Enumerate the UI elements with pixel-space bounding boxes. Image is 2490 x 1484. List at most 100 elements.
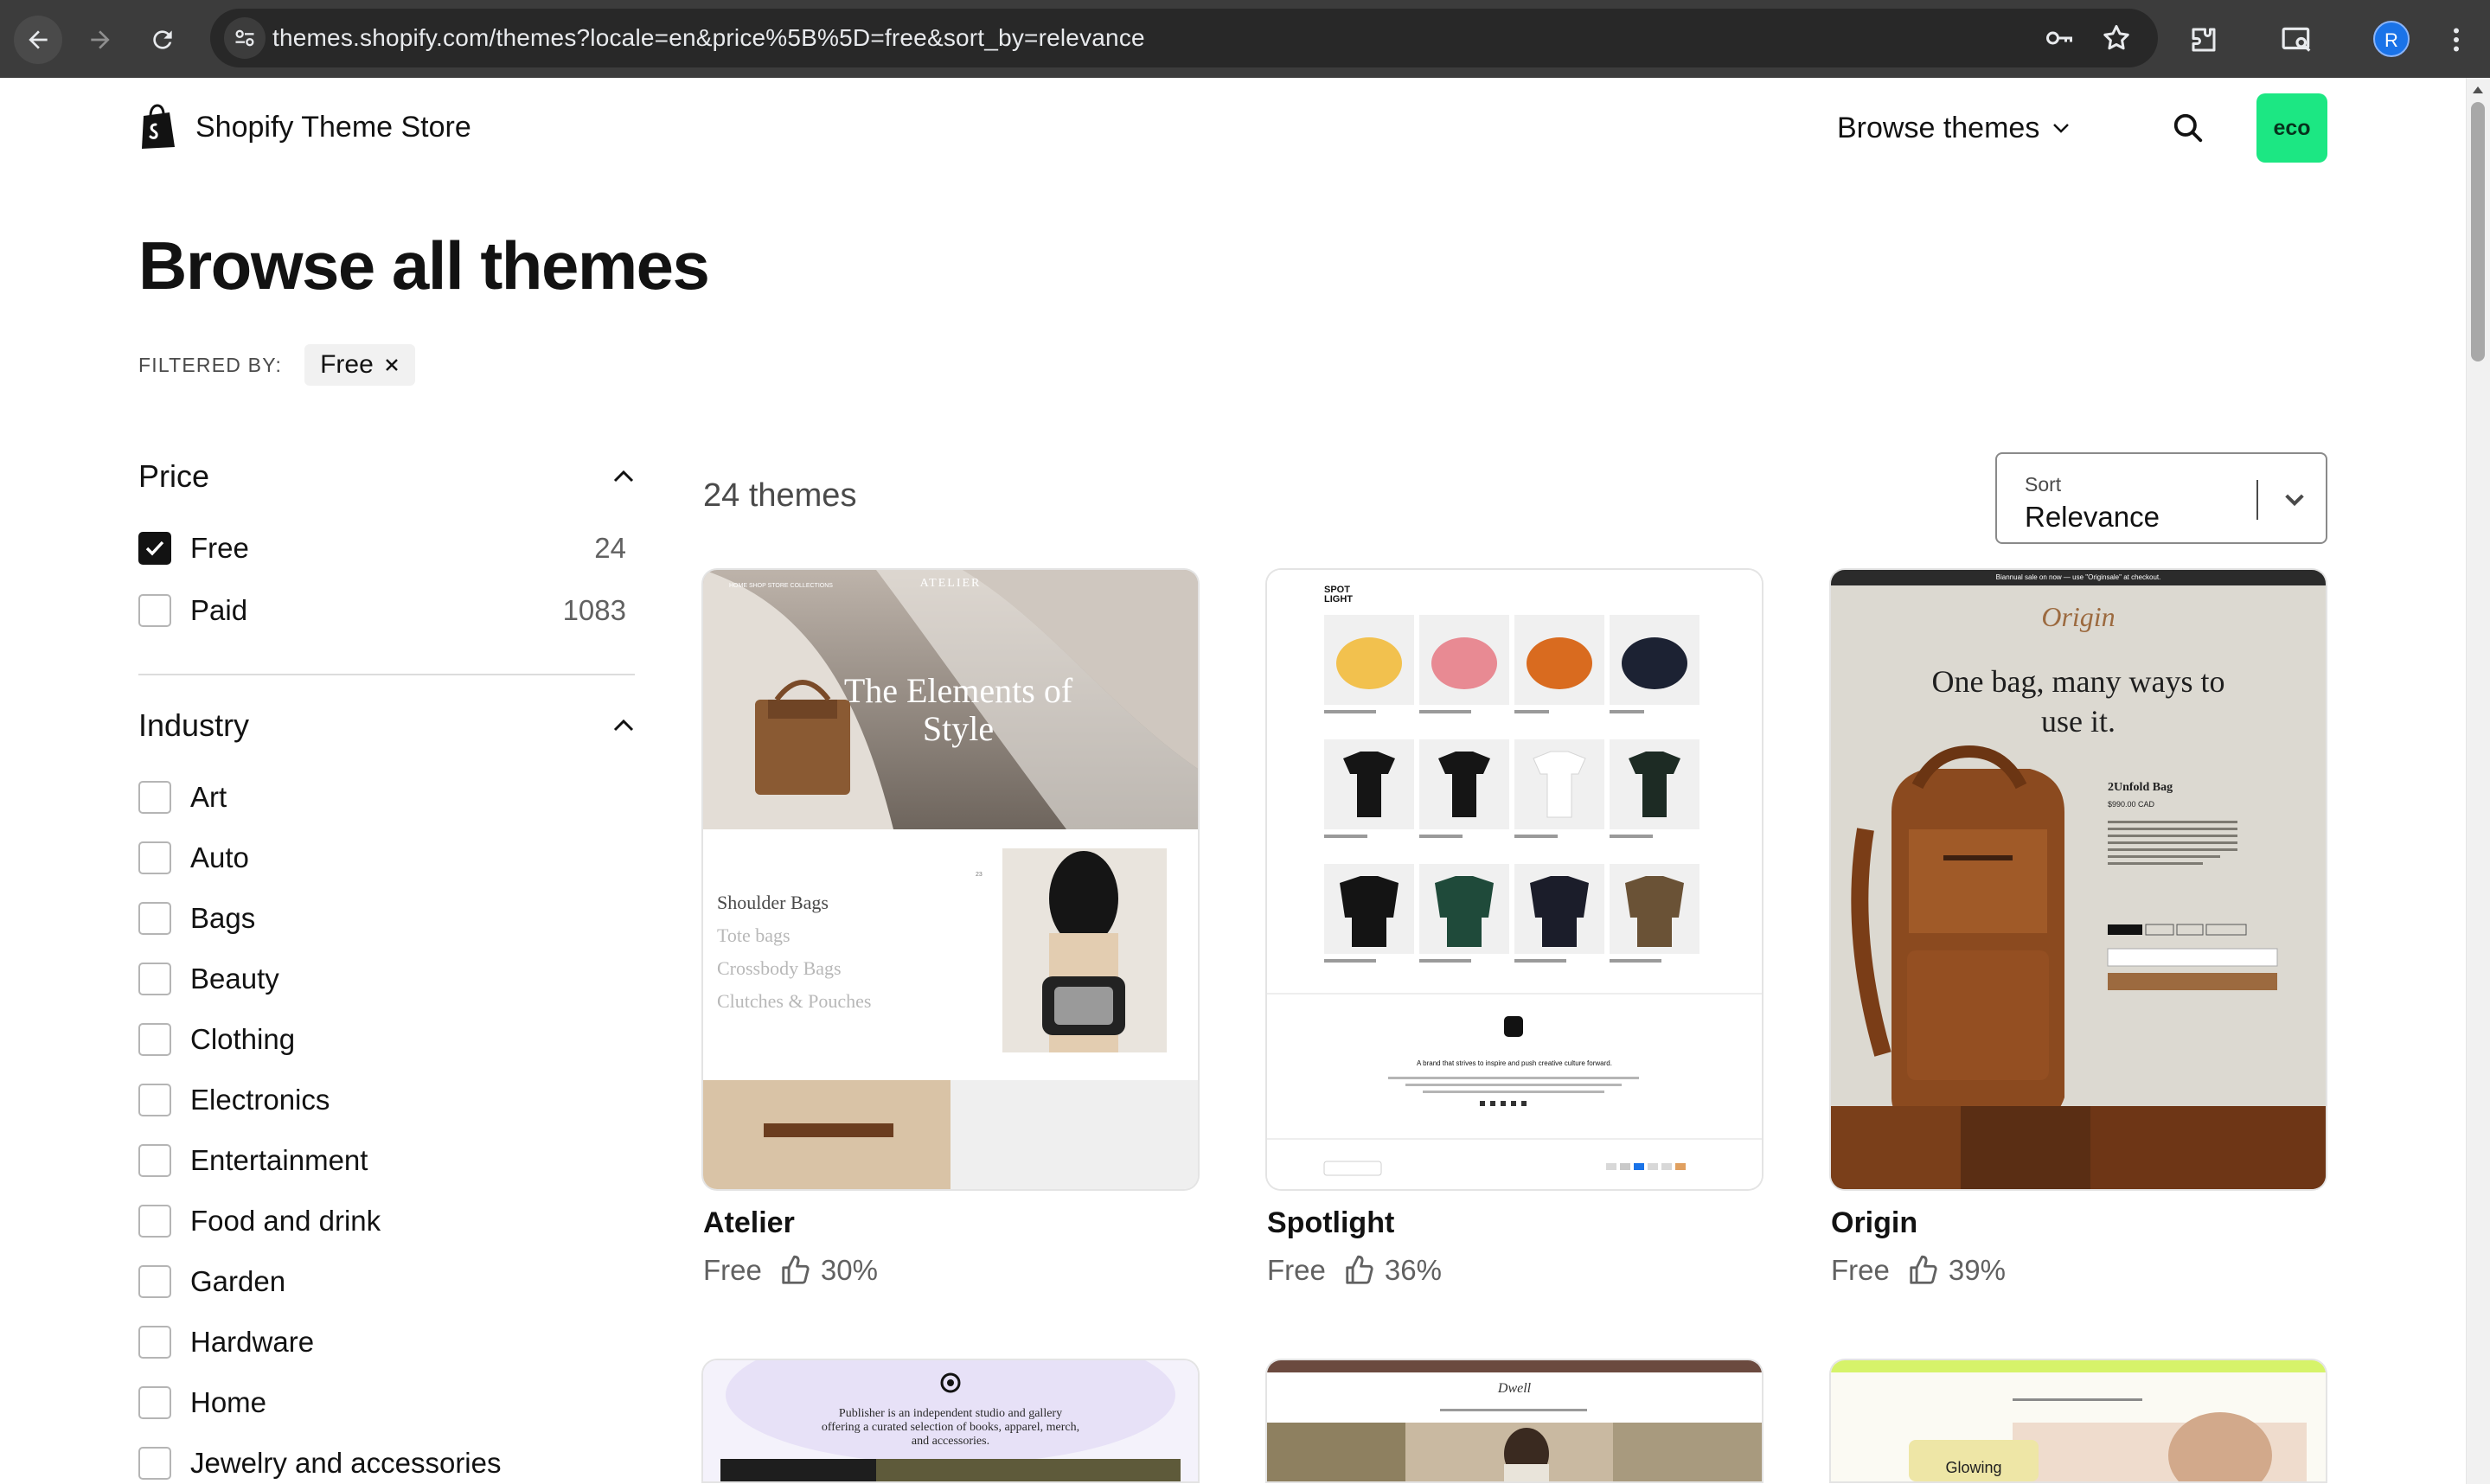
industry-option-electronics[interactable]: Electronics <box>138 1081 626 1119</box>
browse-themes-label: Browse themes <box>1837 111 2040 144</box>
price-option-paid[interactable]: Paid 1083 <box>138 592 626 630</box>
filtered-by-label: FILTERED BY: <box>138 353 283 376</box>
price-option-free[interactable]: Free 24 <box>138 529 626 567</box>
option-label: Art <box>190 781 227 813</box>
back-button[interactable] <box>14 16 62 64</box>
dwell-preview-image <box>1267 1360 1762 1481</box>
option-label: Electronics <box>190 1084 330 1116</box>
browser-toolbar: themes.shopify.com/themes?locale=en&pric… <box>0 0 2490 78</box>
theme-meta: Free 39% <box>1831 1251 2006 1289</box>
option-count: 1083 <box>562 594 626 626</box>
browser-menu-button[interactable] <box>2436 19 2477 61</box>
theme-card-sense-preview[interactable]: Glowing <box>1831 1360 2326 1481</box>
tab-search-button[interactable] <box>2276 19 2318 61</box>
theme-price: Free <box>1831 1254 1890 1286</box>
industry-option-art[interactable]: Art <box>138 778 626 816</box>
checkbox-art[interactable] <box>138 781 171 814</box>
dwell-preview-logo: Dwell <box>1497 1381 1532 1396</box>
option-label: Beauty <box>190 963 279 995</box>
address-bar[interactable]: themes.shopify.com/themes?locale=en&pric… <box>210 9 2158 67</box>
filter-divider <box>138 674 635 675</box>
option-label: Home <box>190 1386 267 1418</box>
checkbox-entertainment[interactable] <box>138 1144 171 1177</box>
industry-option-home[interactable]: Home <box>138 1384 626 1422</box>
thumbs-up-icon <box>1346 1255 1373 1284</box>
window-search-icon <box>2282 27 2311 52</box>
publisher-preview-text: Publisher is an independent studio and g… <box>821 1407 1080 1448</box>
checkbox-electronics[interactable] <box>138 1084 171 1116</box>
theme-preview-spotlight[interactable]: SPOT LIGHT A brand that strives to inspi… <box>1267 570 1762 1189</box>
reload-button[interactable] <box>138 16 187 64</box>
theme-name[interactable]: Atelier <box>703 1206 795 1240</box>
sense-preview-image <box>1831 1360 2326 1481</box>
check-icon <box>145 541 164 556</box>
triangle-up-icon <box>2473 86 2483 93</box>
extensions-button[interactable] <box>2183 19 2224 61</box>
theme-rating: 39% <box>1948 1254 2006 1286</box>
sense-preview-text: Glowing <box>1945 1459 2002 1476</box>
checkbox-free[interactable] <box>138 532 171 565</box>
sort-label: Sort <box>2025 473 2062 496</box>
checkbox-beauty[interactable] <box>138 963 171 995</box>
puzzle-icon <box>2192 28 2216 52</box>
account-badge[interactable]: eco <box>2256 93 2327 163</box>
sort-select[interactable]: Sort Relevance <box>1995 452 2327 544</box>
industry-option-garden[interactable]: Garden <box>138 1263 626 1301</box>
browse-themes-menu[interactable]: Browse themes <box>1837 109 2071 147</box>
close-icon[interactable] <box>384 357 400 373</box>
price-filter-toggle[interactable]: Price <box>138 453 635 500</box>
atelier-menu-item: Clutches & Pouches <box>717 990 872 1012</box>
industry-option-hardware[interactable]: Hardware <box>138 1323 626 1361</box>
atelier-menu-item: Shoulder Bags <box>717 892 829 913</box>
option-label: Hardware <box>190 1326 315 1358</box>
search-button[interactable] <box>2169 109 2207 147</box>
industry-option-auto[interactable]: Auto <box>138 839 626 877</box>
origin-preview-price: $990.00 CAD <box>2108 800 2155 809</box>
bookmark-star-button[interactable] <box>2099 21 2134 55</box>
industry-filter-toggle[interactable]: Industry <box>138 702 635 749</box>
theme-preview-atelier[interactable]: HOME SHOP STORE COLLECTIONS 23 ATELIER T… <box>703 570 1198 1189</box>
site-info-button[interactable] <box>224 17 266 59</box>
industry-option-beauty[interactable]: Beauty <box>138 960 626 998</box>
store-logo-link[interactable]: Shopify Theme Store <box>138 102 471 152</box>
theme-preview-origin[interactable]: Biannual sale on now — use "Originsale" … <box>1831 570 2326 1189</box>
theme-name[interactable]: Spotlight <box>1267 1206 1394 1240</box>
checkbox-bags[interactable] <box>138 902 171 935</box>
tune-icon <box>235 29 254 47</box>
theme-card-publisher-preview[interactable]: Publisher is an independent studio and g… <box>703 1360 1198 1481</box>
option-label: Jewelry and accessories <box>190 1447 502 1479</box>
theme-name[interactable]: Origin <box>1831 1206 1917 1240</box>
industry-option-bags[interactable]: Bags <box>138 899 626 937</box>
option-label: Garden <box>190 1265 286 1297</box>
page-title: Browse all themes <box>138 227 710 304</box>
industry-option-jewelry-and-accessories[interactable]: Jewelry and accessories <box>138 1444 626 1482</box>
scrollbar-thumb[interactable] <box>2471 102 2485 361</box>
checkbox-jewelry-and-accessories[interactable] <box>138 1447 171 1480</box>
filter-chip-free[interactable]: Free <box>304 344 415 386</box>
industry-filter-title: Industry <box>138 707 250 743</box>
checkbox-paid[interactable] <box>138 594 171 627</box>
checkbox-food-and-drink[interactable] <box>138 1205 171 1238</box>
forward-button[interactable] <box>76 16 125 64</box>
theme-meta: Free 30% <box>703 1251 878 1289</box>
sort-separator <box>2256 480 2258 520</box>
checkbox-clothing[interactable] <box>138 1023 171 1056</box>
origin-preview-hero: One bag, many ways to use it. <box>1931 664 2225 739</box>
profile-avatar[interactable]: R <box>2373 21 2410 57</box>
checkbox-home[interactable] <box>138 1386 171 1419</box>
checkbox-garden[interactable] <box>138 1265 171 1298</box>
sort-value: Relevance <box>2025 501 2160 533</box>
checkbox-auto[interactable] <box>138 841 171 874</box>
theme-card-dwell-preview[interactable]: Dwell <box>1267 1360 1762 1481</box>
spotlight-preview-logo: SPOT LIGHT <box>1324 585 1353 604</box>
option-label: Paid <box>190 594 248 626</box>
industry-option-entertainment[interactable]: Entertainment <box>138 1142 626 1180</box>
thumbs-up-icon <box>782 1255 810 1284</box>
checkbox-hardware[interactable] <box>138 1326 171 1359</box>
url-text[interactable]: themes.shopify.com/themes?locale=en&pric… <box>272 9 1145 67</box>
industry-option-clothing[interactable]: Clothing <box>138 1020 626 1059</box>
password-key-button[interactable] <box>2042 21 2077 55</box>
industry-option-food-and-drink[interactable]: Food and drink <box>138 1202 626 1240</box>
scroll-up-arrow[interactable] <box>2471 83 2485 97</box>
theme-meta: Free 36% <box>1267 1251 1442 1289</box>
